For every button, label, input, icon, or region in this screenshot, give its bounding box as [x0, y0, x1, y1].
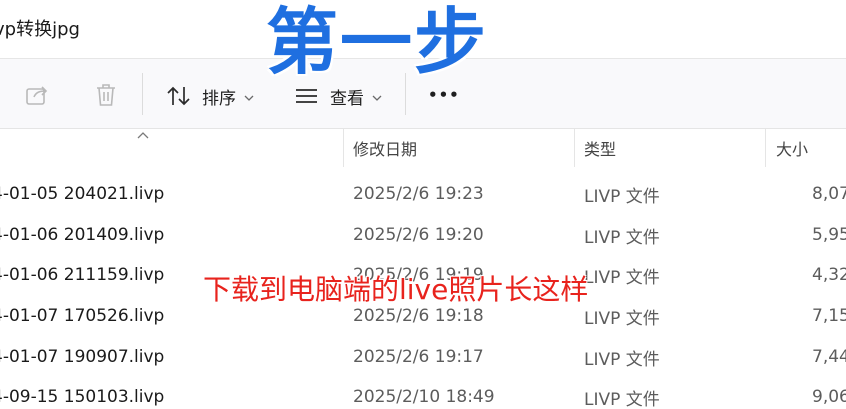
column-separator[interactable] [574, 129, 575, 167]
share-icon [24, 83, 50, 107]
chevron-down-icon [372, 87, 382, 106]
column-header-type[interactable]: 类型 [584, 129, 616, 167]
view-label: 查看 [330, 88, 364, 109]
file-modified: 2025/2/6 19:20 [353, 225, 484, 245]
file-size: 8,07 [812, 184, 846, 204]
file-size: 4,32 [812, 265, 846, 285]
note-annotation: 下载到电脑端的live照片长这样 [203, 273, 589, 306]
address-path[interactable]: vp转换jpg [0, 15, 80, 41]
toolbar-divider [142, 73, 143, 115]
file-size: 9,06 [812, 387, 846, 407]
list-view-icon [294, 85, 320, 107]
file-row[interactable]: 4-01-05 204021.livp 2025/2/6 19:23 LIVP … [0, 174, 846, 214]
file-type: LIVP 文件 [584, 349, 660, 370]
delete-button[interactable] [94, 75, 118, 115]
file-size: 5,95 [812, 225, 846, 245]
step-title-annotation: 第一步 [266, 0, 489, 84]
file-name[interactable]: 4-09-15 150103.livp [0, 377, 164, 409]
share-button[interactable] [24, 75, 50, 115]
column-header-size[interactable]: 大小 [776, 129, 808, 167]
more-icon: ••• [428, 86, 460, 104]
sort-ascending-icon [137, 125, 149, 144]
file-type: LIVP 文件 [584, 267, 660, 288]
chevron-down-icon [244, 87, 254, 106]
column-header-modified[interactable]: 修改日期 [353, 129, 417, 167]
file-modified: 2025/2/6 19:23 [353, 184, 484, 204]
sort-button[interactable]: 排序 [166, 76, 254, 116]
trash-icon [94, 82, 118, 108]
column-header-row: 修改日期 类型 大小 [0, 129, 846, 167]
file-type: LIVP 文件 [584, 308, 660, 329]
file-name[interactable]: 4-01-05 204021.livp [0, 174, 164, 214]
file-size: 7,15 [812, 306, 846, 326]
file-row[interactable]: 4-01-06 201409.livp 2025/2/6 19:20 LIVP … [0, 215, 846, 255]
column-separator[interactable] [765, 129, 766, 167]
column-separator[interactable] [343, 129, 344, 167]
file-row[interactable]: 4-09-15 150103.livp 2025/2/10 18:49 LIVP… [0, 377, 846, 409]
file-name[interactable]: 4-01-07 170526.livp [0, 296, 164, 336]
sort-arrows-icon [166, 84, 192, 108]
file-name[interactable]: 4-01-06 211159.livp [0, 255, 164, 295]
file-modified: 2025/2/6 19:17 [353, 347, 484, 367]
sort-label: 排序 [202, 88, 236, 109]
file-type: LIVP 文件 [584, 227, 660, 248]
file-row[interactable]: 4-01-07 190907.livp 2025/2/6 19:17 LIVP … [0, 337, 846, 377]
file-name[interactable]: 4-01-06 201409.livp [0, 215, 164, 255]
file-name[interactable]: 4-01-07 190907.livp [0, 337, 164, 377]
file-size: 7,44 [812, 347, 846, 367]
file-type: LIVP 文件 [584, 389, 660, 409]
file-modified: 2025/2/10 18:49 [353, 387, 495, 407]
file-type: LIVP 文件 [584, 186, 660, 207]
